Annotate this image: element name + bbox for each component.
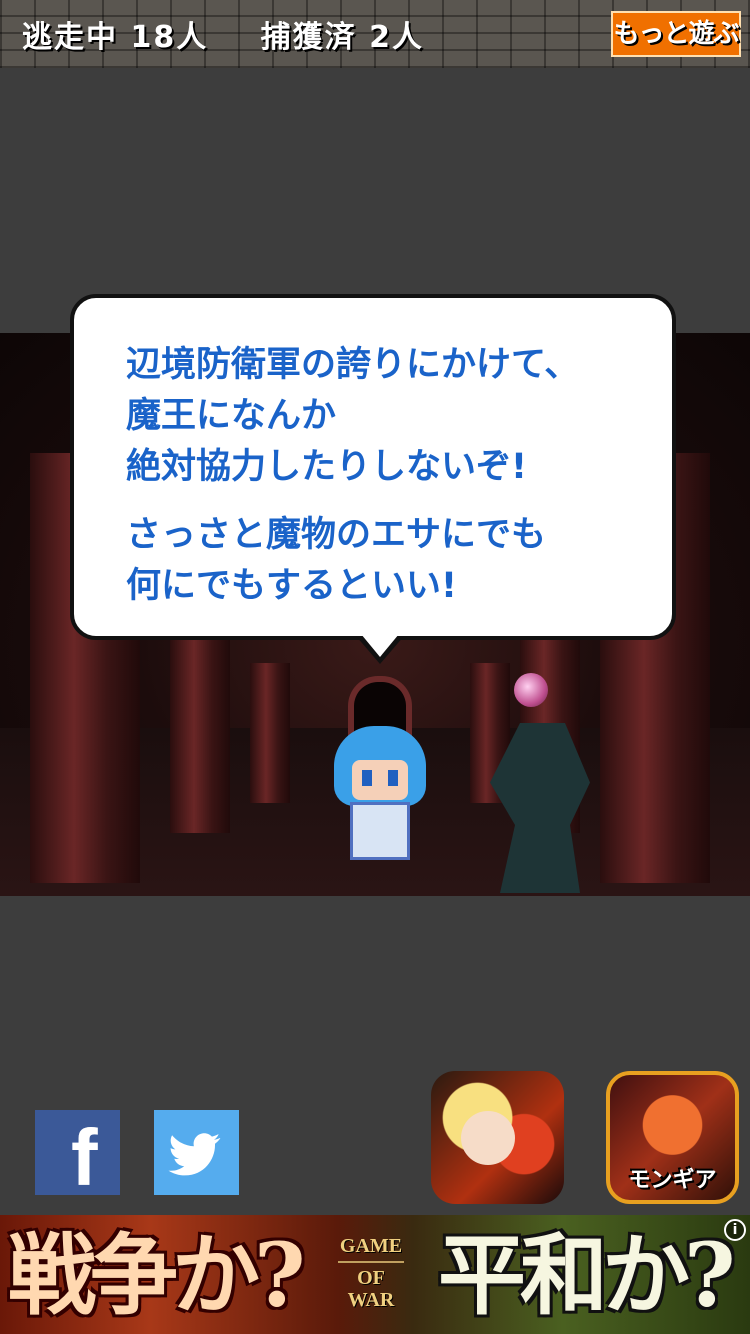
ad-war-text: 戦争か? <box>8 1223 306 1327</box>
ad-peace-text: 平和か? <box>438 1223 736 1327</box>
more-games-button[interactable]: もっと遊ぶ <box>611 11 741 57</box>
facebook-share-button[interactable]: f <box>35 1110 120 1202</box>
dialogue-line: 絶対協力したりしないぞ! <box>126 447 527 487</box>
twitter-share-button[interactable] <box>154 1110 239 1195</box>
dialogue-paragraph-2: さっさと魔物のエサにでも 何にでもするといい! <box>126 510 579 612</box>
ad-info-icon[interactable]: i <box>724 1219 746 1241</box>
dialogue-line: 辺境防衛軍の誇りにかけて、 <box>126 345 580 385</box>
captured-count: 捕獲済 2人 <box>260 20 424 55</box>
logo-line: WAR <box>347 1289 395 1311</box>
facebook-icon: f <box>71 1113 98 1202</box>
promo-app-1-icon[interactable] <box>431 1071 564 1204</box>
logo-line: GAME <box>339 1235 403 1257</box>
promo-app-2-icon[interactable]: モンギア <box>606 1071 739 1204</box>
game-of-war-logo: GAME OF WAR <box>330 1235 412 1323</box>
escaping-count: 逃走中 18人 <box>22 20 209 55</box>
speech-bubble-tail-fill <box>361 634 399 657</box>
logo-line: OF <box>357 1267 385 1289</box>
dialogue-text: 辺境防衛軍の誇りにかけて、 魔王になんか 絶対協力したりしないぞ! さっさと魔物… <box>126 340 579 612</box>
capture-status: 逃走中 18人 捕獲済 2人 <box>22 12 464 56</box>
twitter-icon <box>168 1133 221 1176</box>
status-bar: 逃走中 18人 捕獲済 2人 もっと遊ぶ <box>0 0 750 68</box>
dialogue-line: さっさと魔物のエサにでも <box>126 515 547 555</box>
dialogue-paragraph-1: 辺境防衛軍の誇りにかけて、 魔王になんか 絶対協力したりしないぞ! <box>126 340 579 493</box>
ad-banner[interactable]: 戦争か? GAME OF WAR 平和か? i <box>0 1215 750 1334</box>
pillar <box>170 633 230 833</box>
dialogue-line: 魔王になんか <box>126 396 337 436</box>
app-character-face <box>461 1111 515 1165</box>
dialogue-line: 何にでもするといい! <box>126 566 457 606</box>
dark-lord-character <box>470 673 600 893</box>
magic-orb <box>514 673 548 707</box>
promo-app-2-label: モンギア <box>628 1168 717 1193</box>
speech-bubble[interactable]: 辺境防衛軍の誇りにかけて、 魔王になんか 絶対協力したりしないぞ! さっさと魔物… <box>70 294 676 640</box>
hero-character <box>330 726 430 871</box>
pillar <box>250 663 290 803</box>
